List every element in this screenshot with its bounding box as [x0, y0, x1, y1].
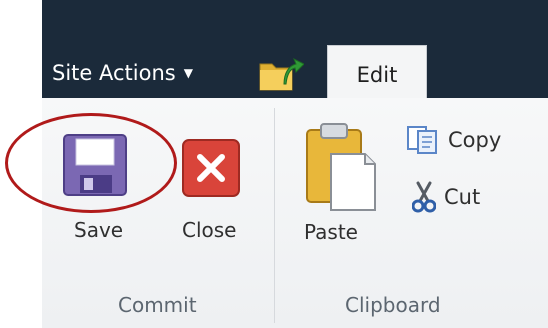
copy-button[interactable]: Copy [406, 123, 501, 157]
close-icon [182, 139, 240, 197]
paste-label: Paste [304, 220, 358, 244]
close-label: Close [182, 218, 237, 242]
copy-label: Copy [448, 128, 502, 152]
scissors-icon [412, 181, 436, 213]
site-actions-label: Site Actions [52, 61, 176, 85]
commit-group-label: Commit [118, 293, 197, 317]
site-actions-menu[interactable]: Site Actions ▼ [52, 58, 193, 88]
navigate-up-icon[interactable] [258, 54, 305, 94]
paste-button[interactable] [305, 120, 377, 212]
floppy-disk-icon [63, 134, 127, 196]
clipboard-paste-icon [306, 123, 376, 211]
tab-edit[interactable]: Edit [327, 45, 427, 98]
save-button[interactable] [62, 133, 128, 197]
clipboard-group-label: Clipboard [345, 293, 441, 317]
cut-label: Cut [444, 185, 481, 209]
save-label: Save [74, 218, 124, 242]
copy-icon [407, 126, 437, 154]
cut-button[interactable]: Cut [412, 180, 480, 214]
group-divider [274, 108, 275, 323]
chevron-down-icon: ▼ [183, 66, 193, 80]
close-button[interactable] [181, 138, 241, 198]
